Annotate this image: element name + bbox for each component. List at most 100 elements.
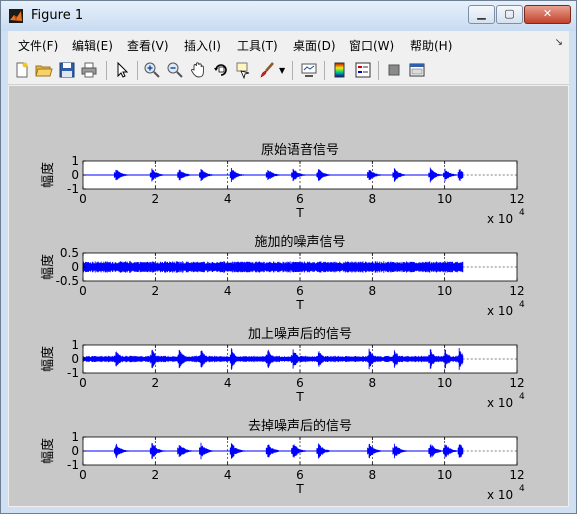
subplot-title: 去掉噪声后的信号 — [248, 418, 352, 434]
menu-edit[interactable]: 编辑(E) — [72, 37, 113, 54]
x-tick-label: 0 — [79, 468, 87, 482]
y-tick-label: -1 — [67, 366, 79, 380]
menu-tools[interactable]: 工具(T) — [237, 37, 278, 54]
toolbar-separator — [137, 61, 138, 80]
y-tick-label: 0 — [71, 444, 79, 458]
print-icon[interactable] — [80, 61, 98, 79]
menu-view[interactable]: 查看(V) — [127, 37, 169, 54]
x-tick-label: 6 — [296, 376, 304, 390]
y-tick-label: -0.5 — [56, 274, 79, 288]
zoom-out-icon[interactable] — [166, 61, 184, 79]
y-tick-label: 1 — [71, 430, 79, 444]
menu-help[interactable]: 帮助(H) — [410, 37, 452, 54]
menu-file[interactable]: 文件(F) — [18, 37, 58, 54]
menu-bar: 文件(F) 编辑(E) 查看(V) 插入(I) 工具(T) 桌面(D) 窗口(W… — [8, 31, 569, 57]
menu-desktop[interactable]: 桌面(D) — [293, 37, 336, 54]
y-axis-label: 幅度 — [40, 162, 56, 188]
subplot-title: 原始语音信号 — [261, 142, 339, 158]
menu-insert[interactable]: 插入(I) — [184, 37, 221, 54]
subplot-title: 施加的噪声信号 — [254, 234, 345, 250]
x-tick-label: 2 — [152, 376, 160, 390]
link-plot-icon[interactable] — [300, 61, 318, 79]
y-tick-label: 0 — [71, 168, 79, 182]
y-tick-label: 1 — [71, 338, 79, 352]
x-scale-multiplier: x 10 — [487, 212, 513, 226]
x-tick-label: 0 — [79, 284, 87, 298]
figure-client: 文件(F) 编辑(E) 查看(V) 插入(I) 工具(T) 桌面(D) 窗口(W… — [8, 31, 569, 507]
x-tick-label: 0 — [79, 192, 87, 206]
x-tick-label: 10 — [437, 468, 452, 482]
title-bar[interactable]: Figure 1 ▁ ▢ ✕ — [1, 1, 576, 31]
colorbar-icon[interactable] — [331, 61, 349, 79]
x-axis-label: T — [295, 482, 304, 496]
rotate-3d-icon[interactable] — [212, 61, 230, 79]
x-scale-multiplier: x 10 — [487, 488, 513, 502]
x-tick-label: 10 — [437, 192, 452, 206]
y-tick-label: 0 — [71, 352, 79, 366]
subplot-4: 0 2 4 6 8 10 1210-1去掉噪声后的信号T幅度x 10 4 — [40, 418, 525, 502]
toolbar-separator — [378, 61, 379, 80]
toolbar-separator — [292, 61, 293, 80]
x-tick-label: 12 — [509, 192, 524, 206]
x-tick-label: 8 — [369, 284, 377, 298]
x-axis-label: T — [295, 390, 304, 404]
x-tick-label: 4 — [224, 376, 232, 390]
x-scale-exponent: 4 — [519, 392, 525, 402]
matlab-logo-icon — [9, 9, 23, 23]
minimize-button[interactable]: ▁ — [468, 5, 495, 24]
menu-window[interactable]: 窗口(W) — [349, 37, 394, 54]
save-icon[interactable] — [58, 61, 76, 79]
x-tick-label: 6 — [296, 192, 304, 206]
close-button[interactable]: ✕ — [524, 5, 571, 24]
y-axis-label: 幅度 — [40, 346, 56, 372]
data-cursor-icon[interactable] — [235, 61, 253, 79]
x-tick-label: 10 — [437, 376, 452, 390]
x-scale-multiplier: x 10 — [487, 304, 513, 318]
toolbar-separator — [106, 61, 107, 80]
x-scale-exponent: 4 — [519, 300, 525, 310]
x-tick-label: 2 — [152, 192, 160, 206]
y-tick-label: -1 — [67, 182, 79, 196]
x-axis-label: T — [295, 206, 304, 220]
new-figure-icon[interactable] — [13, 61, 31, 79]
show-plot-tools-icon[interactable] — [408, 61, 426, 79]
x-tick-label: 12 — [509, 376, 524, 390]
y-axis-label: 幅度 — [40, 254, 56, 280]
subplot-title: 加上噪声后的信号 — [248, 326, 352, 342]
open-file-icon[interactable] — [35, 61, 53, 79]
x-tick-label: 4 — [224, 468, 232, 482]
subplots: 0 2 4 6 8 10 1210-1原始语音信号T幅度x 10 40 2 4 6 8 10 120.50… — [40, 142, 525, 502]
y-tick-label: 1 — [71, 154, 79, 168]
x-tick-label: 10 — [437, 284, 452, 298]
y-axis-label: 幅度 — [40, 438, 56, 464]
x-tick-label: 2 — [152, 284, 160, 298]
window-title: Figure 1 — [31, 8, 84, 23]
subplot-1: 0 2 4 6 8 10 1210-1原始语音信号T幅度x 10 4 — [40, 142, 525, 226]
x-axis-label: T — [295, 298, 304, 312]
subplot-3: 0 2 4 6 8 10 1210-1加上噪声后的信号T幅度x 10 4 — [40, 326, 525, 410]
figure-window: Figure 1 ▁ ▢ ✕ 文件(F) 编辑(E) 查看(V) 插入(I) 工… — [0, 0, 577, 514]
x-tick-label: 2 — [152, 468, 160, 482]
menu-overflow-icon[interactable]: ↘ — [555, 37, 563, 48]
x-scale-multiplier: x 10 — [487, 396, 513, 410]
x-tick-label: 8 — [369, 468, 377, 482]
hide-plot-tools-icon[interactable] — [385, 61, 403, 79]
pointer-icon[interactable] — [113, 61, 131, 79]
x-scale-exponent: 4 — [519, 208, 525, 218]
x-tick-label: 6 — [296, 468, 304, 482]
x-tick-label: 6 — [296, 284, 304, 298]
x-tick-label: 8 — [369, 376, 377, 390]
brush-icon[interactable] — [258, 61, 276, 79]
figure-toolbar: ▼ — [8, 57, 569, 85]
legend-icon[interactable] — [354, 61, 372, 79]
figure-canvas: 0 2 4 6 8 10 12 1 0 -1 原始语音信号 T 幅度 x 10 4 0 2 4 6 8 10 12 0.5 0… — [9, 86, 568, 506]
brush-dropdown-icon[interactable]: ▼ — [279, 66, 285, 75]
y-tick-label: 0.5 — [60, 246, 79, 260]
x-tick-label: 12 — [509, 284, 524, 298]
x-tick-label: 4 — [224, 284, 232, 298]
maximize-button[interactable]: ▢ — [496, 5, 523, 24]
zoom-in-icon[interactable] — [143, 61, 161, 79]
toolbar-separator — [324, 61, 325, 80]
pan-icon[interactable] — [189, 61, 207, 79]
y-tick-label: 0 — [71, 260, 79, 274]
